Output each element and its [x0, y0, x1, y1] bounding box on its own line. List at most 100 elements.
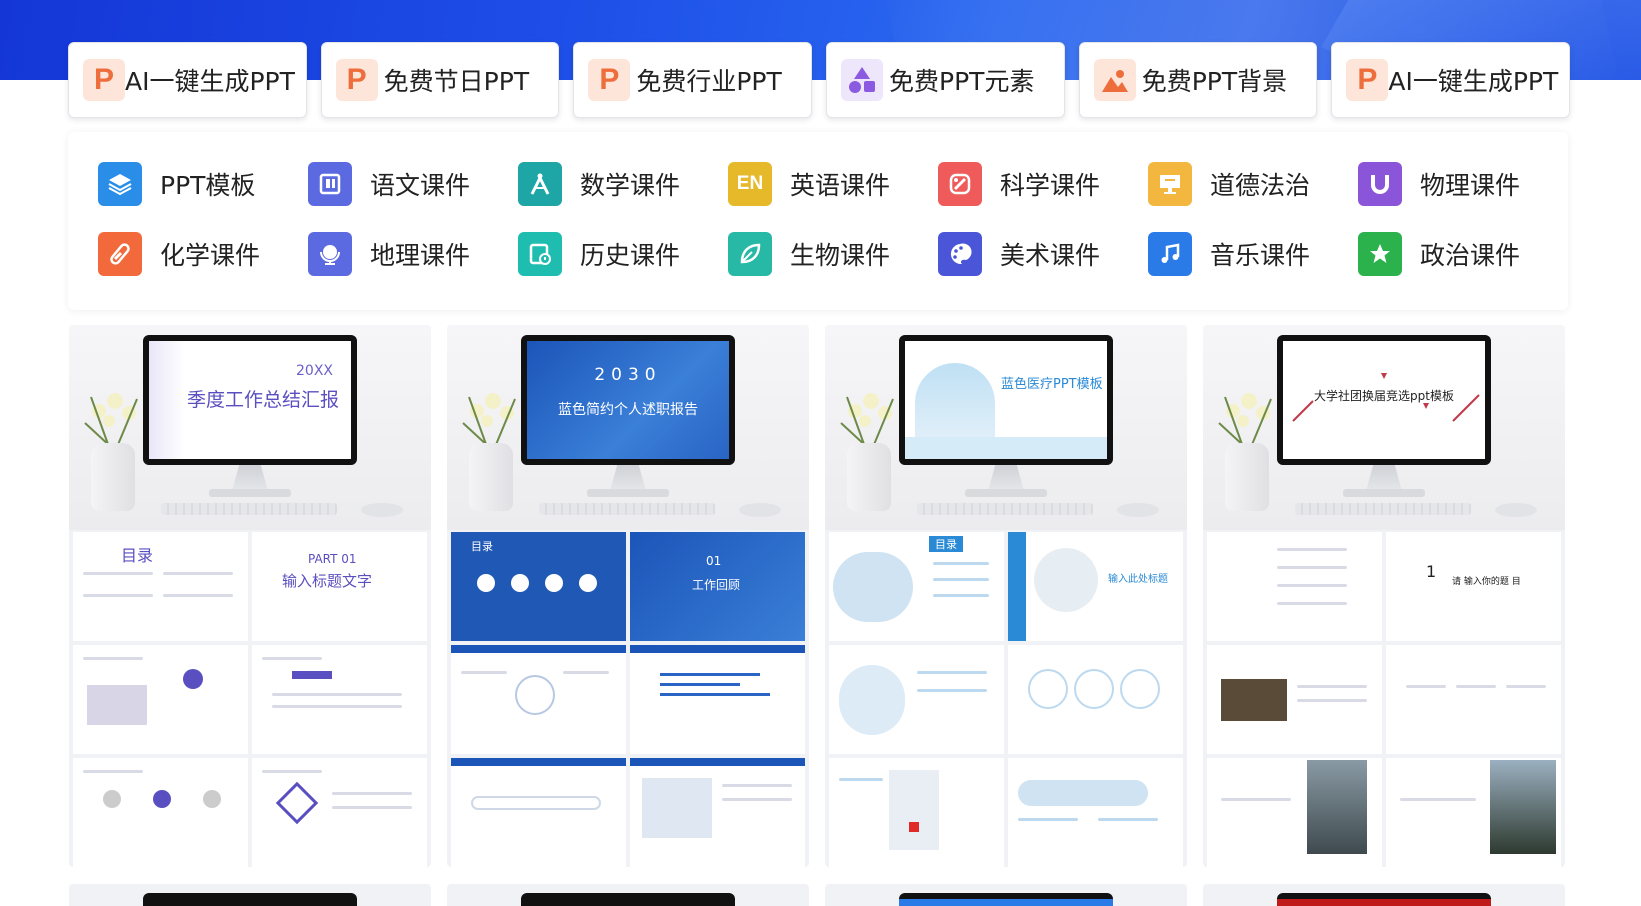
template-card[interactable]: 20XX 季度工作总结汇报 目录 PART 01 输入标题文字 [69, 325, 431, 867]
category-label: 化学课件 [160, 241, 261, 270]
shapes-icon [841, 59, 884, 101]
category-chinese[interactable]: 语文课件 [308, 162, 470, 206]
quick-link-industry-ppt[interactable]: P 免费行业PPT [573, 42, 813, 118]
slide-part: 01 [706, 554, 722, 568]
slide-preview [252, 758, 427, 867]
category-geography[interactable]: 地理课件 [308, 232, 470, 276]
cover-year: 2030 [594, 365, 662, 385]
category-label: 道德法治 [1210, 171, 1311, 200]
template-card[interactable] [825, 884, 1187, 906]
category-biology[interactable]: 生物课件 [728, 232, 890, 276]
category-history[interactable]: 历史课件 [518, 232, 680, 276]
cover-year: 20XX [296, 363, 333, 379]
slide-preview-grid: 目录 PART 01 输入标题文字 [73, 532, 427, 867]
monitor: 大学社团换届竞选ppt模板 [1277, 335, 1491, 465]
cover-title: 蓝色医疗PPT模板 [1001, 377, 1103, 392]
quick-link-label: AI一键生成PPT [1388, 67, 1559, 96]
slide-subtitle: 工作回顾 [692, 578, 741, 592]
slide-preview: 1 请 输入你的题 目 [1386, 532, 1561, 641]
p-logo-icon: P [83, 59, 125, 101]
monitor [899, 893, 1113, 906]
category-physics[interactable]: 物理课件 [1358, 162, 1520, 206]
template-card[interactable]: 大学社团换届竞选ppt模板 1 请 输入你的题 目 [1203, 325, 1565, 867]
category-art[interactable]: 美术课件 [938, 232, 1100, 276]
quick-link-ai-ppt-2[interactable]: P AI一键生成PPT [1331, 42, 1571, 118]
category-label: 美术课件 [1000, 241, 1101, 270]
category-label: 数学课件 [580, 171, 681, 200]
desk-mockup: 20XX 季度工作总结汇报 [69, 325, 431, 530]
quick-link-holiday-ppt[interactable]: P 免费节日PPT [320, 42, 560, 118]
category-politics[interactable]: 政治课件 [1358, 232, 1520, 276]
category-math[interactable]: 数学课件 [518, 162, 680, 206]
category-label: 地理课件 [370, 241, 471, 270]
slide-preview [451, 758, 626, 867]
template-card[interactable]: 蓝色医疗PPT模板 目录 输入此处标题 [825, 325, 1187, 867]
category-label: 政治课件 [1420, 241, 1521, 270]
slide-heading: 目录 [121, 546, 154, 565]
desk-mockup: 2030 蓝色简约个人述职报告 [447, 325, 809, 530]
slide-preview [73, 645, 248, 754]
template-card[interactable] [447, 884, 809, 906]
slide-preview: 目录 [829, 532, 1004, 641]
category-english[interactable]: EN 英语课件 [728, 162, 890, 206]
vase-image [1225, 443, 1269, 511]
template-card[interactable]: 2030 蓝色简约个人述职报告 目录 01 工作回顾 [447, 325, 809, 867]
p-logo-icon: P [335, 59, 378, 101]
quick-link-ai-ppt[interactable]: P AI一键生成PPT [68, 42, 307, 118]
book-icon [308, 162, 352, 206]
category-label: 语文课件 [370, 171, 471, 200]
category-label: 历史课件 [580, 241, 681, 270]
category-ppt-template[interactable]: PPT模板 [98, 162, 255, 206]
vase-image [469, 443, 513, 511]
magnet-icon [1358, 162, 1402, 206]
slide-cover: 2030 蓝色简约个人述职报告 [527, 341, 729, 459]
monitor: 20XX 季度工作总结汇报 [143, 335, 357, 465]
category-morality-law[interactable]: 道德法治 [1148, 162, 1310, 206]
slide-preview: 01 工作回顾 [630, 532, 805, 641]
slide-preview [1207, 758, 1382, 867]
slide-part: PART 01 [308, 552, 357, 566]
quick-link-ppt-backgrounds[interactable]: 免费PPT背景 [1078, 42, 1318, 118]
leaf-icon [728, 232, 772, 276]
monitor [143, 893, 357, 906]
slide-cover: 大学社团换届竞选ppt模板 [1283, 341, 1485, 459]
desk-mockup: 蓝色医疗PPT模板 [825, 325, 1187, 530]
category-science[interactable]: 科学课件 [938, 162, 1100, 206]
slide-preview [252, 645, 427, 754]
quick-links-row: P AI一键生成PPT P 免费节日PPT P 免费行业PPT 免费PPT元素 … [68, 42, 1571, 118]
quick-link-label: 免费PPT元素 [889, 67, 1035, 96]
slide-preview-grid: 目录 输入此处标题 [829, 532, 1183, 867]
category-label: 科学课件 [1000, 171, 1101, 200]
category-music[interactable]: 音乐课件 [1148, 232, 1310, 276]
slide-subtitle: 输入此处标题 [1108, 574, 1168, 585]
slide-preview [451, 645, 626, 754]
quick-link-label: AI一键生成PPT [125, 67, 295, 96]
quick-link-label: 免费节日PPT [383, 67, 530, 96]
category-label: 物理课件 [1420, 171, 1521, 200]
slide-heading: 目录 [929, 536, 963, 552]
slide-subtitle: 请 输入你的题 目 [1452, 577, 1521, 587]
quick-link-ppt-elements[interactable]: 免费PPT元素 [826, 42, 1065, 118]
slide-subtitle: 输入标题文字 [282, 572, 373, 590]
slide-preview: 目录 [451, 532, 626, 641]
slide-preview [1386, 758, 1561, 867]
vase-image [91, 443, 135, 511]
cover-title: 季度工作总结汇报 [187, 389, 340, 411]
category-chemistry[interactable]: 化学课件 [98, 232, 260, 276]
slide-preview [1207, 532, 1382, 641]
flowers-image [81, 387, 147, 451]
template-card[interactable] [69, 884, 431, 906]
board-icon [1148, 162, 1192, 206]
flowers-image [837, 387, 903, 451]
template-card[interactable] [1203, 884, 1565, 906]
slide-preview [1008, 645, 1183, 754]
category-label: 英语课件 [790, 171, 891, 200]
slide-heading: 目录 [471, 540, 493, 553]
p-logo-icon: P [588, 59, 631, 101]
slide-preview [829, 758, 1004, 867]
globe-icon [308, 232, 352, 276]
slide-preview-grid: 目录 01 工作回顾 [451, 532, 805, 867]
vase-image [847, 443, 891, 511]
quick-link-label: 免费行业PPT [636, 67, 782, 96]
slide-preview [1386, 645, 1561, 754]
